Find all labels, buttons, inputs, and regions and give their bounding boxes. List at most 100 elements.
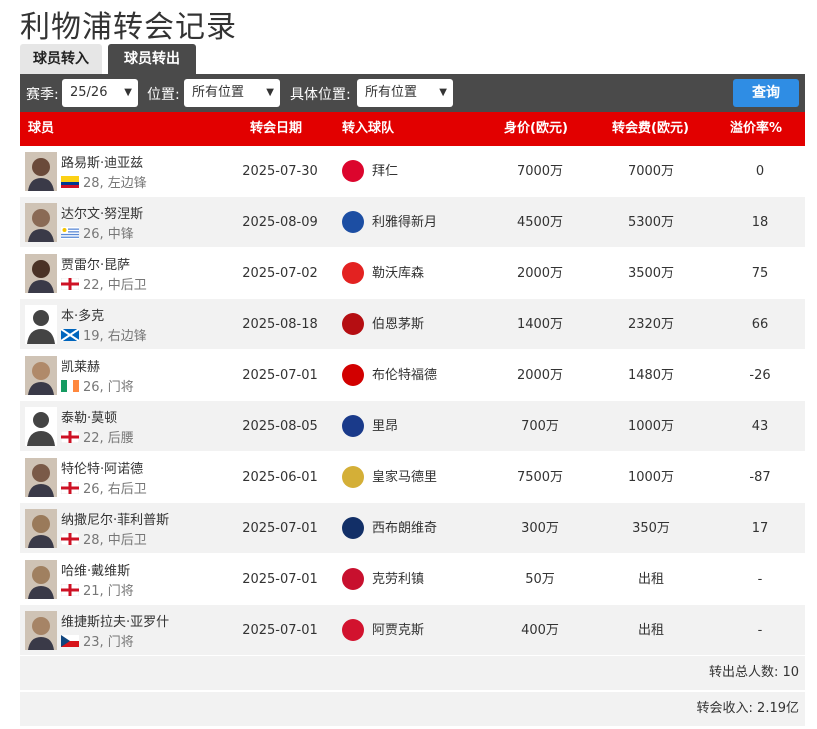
player-avatar[interactable] (25, 152, 57, 191)
destination-club[interactable]: 里昂 (372, 401, 398, 452)
season-select-value: 25/26 (70, 85, 108, 100)
header-player: 球员 (28, 121, 55, 136)
player-info: 22, 后腰 (61, 427, 134, 446)
table-row[interactable]: 泰勒·莫顿 22, 后腰 2025-08-05 里昂 700万 1000万 43 (20, 401, 805, 452)
transfer-date: 2025-07-01 (242, 572, 318, 587)
transfer-table-body: 路易斯·迪亚兹 28, 左边锋 2025-07-30 拜仁 7000万 7000万 0 达尔文… (20, 146, 805, 656)
header-fee: 转会费(欧元) (612, 121, 689, 136)
destination-club[interactable]: 利雅得新月 (372, 197, 437, 248)
player-name[interactable]: 泰勒·莫顿 (61, 407, 117, 426)
table-row[interactable]: 达尔文·努涅斯 26, 中锋 2025-08-09 利雅得新月 4500万 5300万 18 (20, 197, 805, 248)
season-label: 赛季: (26, 87, 59, 103)
tab-transfer-out[interactable]: 球员转出 (108, 44, 196, 74)
income-summary: 转会收入: 2.19亿 (20, 692, 805, 726)
player-age-position: 26, 中锋 (83, 227, 134, 242)
destination-club[interactable]: 勒沃库森 (372, 248, 424, 299)
destination-club[interactable]: 拜仁 (372, 146, 398, 197)
market-value: 300万 (521, 521, 559, 536)
scotland-flag-icon (61, 329, 79, 341)
market-value: 7500万 (516, 470, 564, 485)
transfer-date: 2025-06-01 (242, 470, 318, 485)
player-info: 26, 中锋 (61, 223, 134, 242)
season-select[interactable]: 25/26 ▼ (62, 79, 138, 107)
player-avatar[interactable] (25, 254, 57, 293)
player-avatar[interactable] (25, 509, 57, 548)
player-age-position: 28, 左边锋 (83, 176, 147, 191)
transfer-date: 2025-07-01 (242, 623, 318, 638)
table-row[interactable]: 哈维·戴维斯 21, 门将 2025-07-01 克劳利镇 50万 出租 - (20, 554, 805, 605)
query-button[interactable]: 查询 (733, 79, 799, 107)
transfer-fee: 5300万 (627, 215, 675, 230)
player-avatar[interactable] (25, 611, 57, 650)
transfer-date: 2025-07-01 (242, 368, 318, 383)
destination-club[interactable]: 阿贾克斯 (372, 605, 424, 656)
table-row[interactable]: 纳撒尼尔·菲利普斯 28, 中后卫 2025-07-01 西布朗维奇 300万 350万 1… (20, 503, 805, 554)
england-flag-icon (61, 584, 79, 596)
player-name[interactable]: 贾雷尔·昆萨 (61, 254, 130, 273)
destination-club[interactable]: 西布朗维奇 (372, 503, 437, 554)
transfer-date: 2025-08-18 (242, 317, 318, 332)
player-avatar[interactable] (25, 203, 57, 242)
filter-bar: 赛季: 25/26 ▼ 位置: 所有位置 ▼ 具体位置: 所有位置 ▼ 查询 (20, 74, 805, 112)
player-name[interactable]: 哈维·戴维斯 (61, 560, 130, 579)
premium-rate: 43 (751, 419, 769, 434)
transfer-fee: 7000万 (627, 164, 675, 179)
player-info: 23, 门将 (61, 631, 134, 650)
tab-transfer-in[interactable]: 球员转入 (20, 44, 102, 74)
al-hilal-logo-icon (342, 211, 364, 233)
player-avatar[interactable] (25, 356, 57, 395)
england-flag-icon (61, 278, 79, 290)
player-name[interactable]: 本·多克 (61, 305, 104, 324)
market-value: 7000万 (516, 164, 564, 179)
leverkusen-logo-icon (342, 262, 364, 284)
player-name[interactable]: 维捷斯拉夫·亚罗什 (61, 611, 169, 630)
table-row[interactable]: 路易斯·迪亚兹 28, 左边锋 2025-07-30 拜仁 7000万 7000万 0 (20, 146, 805, 197)
destination-club[interactable]: 伯恩茅斯 (372, 299, 424, 350)
transfer-date: 2025-08-05 (242, 419, 318, 434)
transfer-date: 2025-07-02 (242, 266, 318, 281)
premium-rate: - (757, 572, 763, 587)
bayern-logo-icon (342, 160, 364, 182)
position-select[interactable]: 所有位置 ▼ (184, 79, 280, 107)
player-avatar[interactable] (25, 560, 57, 599)
page-title: 利物浦转会记录 (20, 10, 237, 45)
england-flag-icon (61, 482, 79, 494)
table-row[interactable]: 贾雷尔·昆萨 22, 中后卫 2025-07-02 勒沃库森 2000万 3500万 75 (20, 248, 805, 299)
table-row[interactable]: 维捷斯拉夫·亚罗什 23, 门将 2025-07-01 阿贾克斯 400万 出租 - (20, 605, 805, 656)
header-date: 转会日期 (250, 121, 303, 136)
player-name[interactable]: 特伦特·阿诺德 (61, 458, 143, 477)
player-name[interactable]: 纳撒尼尔·菲利普斯 (61, 509, 169, 528)
player-avatar[interactable] (25, 305, 57, 344)
uruguay-flag-icon (61, 227, 79, 239)
player-avatar[interactable] (25, 458, 57, 497)
transfer-fee: 3500万 (627, 266, 675, 281)
player-age-position: 26, 右后卫 (83, 482, 147, 497)
transfer-fee: 出租 (637, 623, 664, 638)
czech-flag-icon (61, 635, 79, 647)
colombia-flag-icon (61, 176, 79, 188)
bournemouth-logo-icon (342, 313, 364, 335)
chevron-down-icon: ▼ (266, 87, 274, 98)
player-age-position: 26, 门将 (83, 380, 134, 395)
brentford-logo-icon (342, 364, 364, 386)
player-name[interactable]: 达尔文·努涅斯 (61, 203, 143, 222)
market-value: 2000万 (516, 266, 564, 281)
ajax-logo-icon (342, 619, 364, 641)
premium-rate: -87 (749, 470, 771, 485)
table-row[interactable]: 本·多克 19, 右边锋 2025-08-18 伯恩茅斯 1400万 2320万 66 (20, 299, 805, 350)
transfer-fee: 1000万 (627, 470, 675, 485)
transfer-date: 2025-07-01 (242, 521, 318, 536)
player-name[interactable]: 路易斯·迪亚兹 (61, 152, 143, 171)
destination-club[interactable]: 皇家马德里 (372, 452, 437, 503)
table-row[interactable]: 凯莱赫 26, 门将 2025-07-01 布伦特福德 2000万 1480万 -26 (20, 350, 805, 401)
destination-club[interactable]: 布伦特福德 (372, 350, 437, 401)
header-club: 转入球队 (342, 121, 395, 136)
chevron-down-icon: ▼ (124, 87, 132, 98)
detail-position-select[interactable]: 所有位置 ▼ (357, 79, 453, 107)
player-avatar[interactable] (25, 407, 57, 446)
total-out-summary: 转出总人数: 10 (20, 656, 805, 690)
destination-club[interactable]: 克劳利镇 (372, 554, 424, 605)
player-name[interactable]: 凯莱赫 (61, 356, 100, 375)
table-row[interactable]: 特伦特·阿诺德 26, 右后卫 2025-06-01 皇家马德里 7500万 1000万 -… (20, 452, 805, 503)
market-value: 2000万 (516, 368, 564, 383)
